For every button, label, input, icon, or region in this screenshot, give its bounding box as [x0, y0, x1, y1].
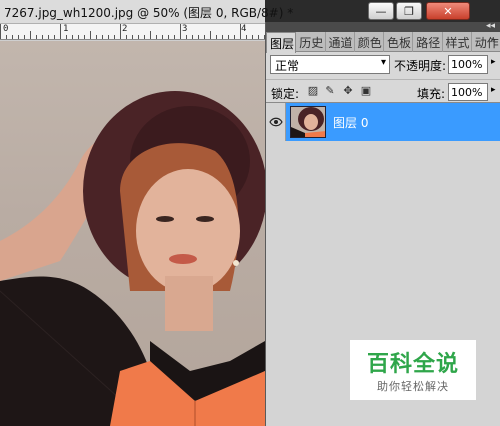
tab-color[interactable]: 颜色 — [355, 32, 384, 52]
fill-input[interactable]: 100% — [448, 83, 488, 101]
opacity-input[interactable]: 100% — [448, 55, 488, 74]
visibility-toggle[interactable] — [266, 103, 286, 141]
ruler-tick — [252, 35, 253, 39]
fill-slider-arrow-icon[interactable]: ▸ — [491, 85, 496, 95]
tab-swatches[interactable]: 色板 — [384, 32, 414, 52]
ruler-tick — [0, 24, 1, 39]
ruler-tick — [72, 35, 73, 39]
tab-paths[interactable]: 路径 — [413, 32, 443, 52]
panel-tabs: 图层 历史 通道 颜色 色板 路径 样式 动作 — [266, 32, 500, 53]
ruler-tick — [150, 31, 151, 39]
ruler-label: 1 — [63, 24, 69, 34]
blend-mode-select[interactable]: 正常 ▾ — [270, 55, 390, 74]
lock-all-icon[interactable]: ▣ — [359, 84, 373, 98]
ruler-tick — [138, 35, 139, 39]
ruler-tick — [96, 35, 97, 39]
tab-styles[interactable]: 样式 — [443, 32, 472, 52]
layer-selected-highlight[interactable]: 图层 0 — [286, 103, 500, 141]
restore-button[interactable]: ❐ — [396, 2, 422, 20]
watermark-title: 百科全说 — [366, 352, 459, 377]
ruler-tick — [198, 35, 199, 39]
ruler-label: 3 — [182, 24, 188, 34]
ruler-label: 0 — [3, 24, 9, 34]
horizontal-ruler[interactable]: 0 1 2 3 4 — [0, 24, 265, 40]
watermark: 百科全说 助你轻松解决 — [350, 340, 476, 400]
layer-row[interactable]: 图层 0 — [266, 103, 500, 141]
ruler-tick — [66, 35, 67, 39]
layer-name: 图层 0 — [333, 116, 369, 130]
ruler-tick — [102, 35, 103, 39]
opacity-slider-arrow-icon[interactable]: ▸ — [491, 57, 496, 67]
ruler-tick — [24, 35, 25, 39]
minimize-icon: — — [375, 4, 387, 18]
lock-label: 锁定: — [271, 87, 300, 101]
ruler-label: 4 — [241, 24, 247, 34]
document-title: 7267.jpg_wh1200.jpg @ 50% (图层 0, RGB/8#)… — [4, 6, 294, 20]
ruler-tick — [204, 35, 205, 39]
ruler-tick — [108, 35, 109, 39]
ruler-tick — [210, 31, 211, 39]
collapse-panel-icon[interactable]: ◂◂ — [486, 21, 495, 31]
ruler-tick — [36, 35, 37, 39]
panel-menu-icon[interactable]: » — [489, 33, 496, 46]
tab-history[interactable]: 历史 — [296, 32, 326, 52]
ruler-tick — [48, 35, 49, 39]
restore-icon: ❐ — [404, 4, 414, 18]
fill-label: 填充: — [417, 87, 446, 101]
ruler-tick — [246, 35, 247, 39]
ruler-tick — [258, 35, 259, 39]
close-icon: ✕ — [443, 4, 453, 18]
opacity-label: 不透明度: — [394, 59, 447, 73]
ruler-tick — [180, 24, 181, 39]
ruler-tick — [240, 24, 241, 39]
photo-woman-in-hat — [0, 91, 265, 426]
ruler-tick — [60, 24, 61, 39]
blend-row: 正常 ▾ 不透明度: 100% ▸ — [266, 53, 500, 77]
lock-brush-icon[interactable]: ✎ — [323, 84, 337, 98]
ruler-tick — [174, 35, 175, 39]
ruler-tick — [168, 35, 169, 39]
thumbnail-image — [291, 107, 325, 137]
panel-header[interactable]: ◂◂ — [266, 21, 500, 32]
ruler-tick — [222, 35, 223, 39]
window-controls: — ❐ ✕ — [364, 2, 500, 24]
ruler-tick — [6, 35, 7, 39]
ruler-tick — [42, 35, 43, 39]
ruler-tick — [216, 35, 217, 39]
ruler-tick — [234, 35, 235, 39]
ruler-tick — [114, 35, 115, 39]
ruler-tick — [12, 35, 13, 39]
image-canvas[interactable] — [0, 41, 265, 426]
document-tab[interactable]: 7267.jpg_wh1200.jpg @ 50% (图层 0, RGB/8#)… — [0, 0, 293, 24]
ruler-tick — [84, 35, 85, 39]
minimize-button[interactable]: — — [368, 2, 394, 20]
lock-move-icon[interactable]: ✥ — [341, 84, 355, 98]
layer-thumbnail — [290, 106, 326, 138]
ruler-tick — [18, 35, 19, 39]
ruler-tick — [90, 31, 91, 39]
ruler-tick — [78, 35, 79, 39]
eye-icon — [268, 117, 283, 127]
ruler-tick — [144, 35, 145, 39]
blend-mode-value: 正常 — [275, 59, 300, 73]
ruler-tick — [30, 31, 31, 39]
chevron-down-icon: ▾ — [380, 57, 386, 68]
ruler-tick — [162, 35, 163, 39]
ruler-label: 2 — [122, 24, 128, 34]
ruler-tick — [126, 35, 127, 39]
ruler-tick — [156, 35, 157, 39]
document-window: 7267.jpg_wh1200.jpg @ 50% (图层 0, RGB/8#)… — [0, 0, 293, 426]
lock-transparent-icon[interactable]: ▨ — [306, 84, 320, 98]
tab-channels[interactable]: 通道 — [326, 32, 355, 52]
lock-row: 锁定: ▨ ✎ ✥ ▣ 填充: 100% ▸ — [266, 79, 500, 101]
ruler-tick — [228, 35, 229, 39]
ruler-tick — [120, 24, 121, 39]
ruler-tick — [54, 35, 55, 39]
watermark-subtitle: 助你轻松解决 — [377, 380, 449, 393]
tab-layers[interactable]: 图层 — [266, 32, 297, 53]
ruler-tick — [192, 35, 193, 39]
ruler-tick — [132, 35, 133, 39]
close-button[interactable]: ✕ — [426, 2, 470, 20]
ruler-tick — [186, 35, 187, 39]
